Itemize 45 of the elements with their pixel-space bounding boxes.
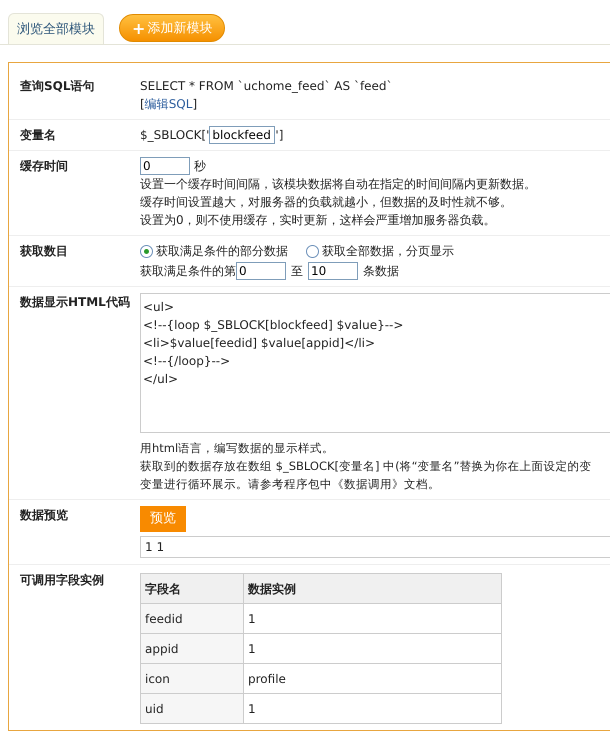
radio-button[interactable] — [140, 244, 153, 258]
tab[interactable]: 浏览全部模块 — [8, 13, 104, 44]
help-text: 设置为0，则不使用缓存，实时更新，这样会严重增加服务器负载。 — [140, 212, 497, 229]
unit-text: 秒 — [194, 159, 206, 173]
help-text: 设置一个缓存时间间隔，该模块数据将自动在指定的时间间隔内更新数据。 — [140, 176, 537, 193]
column-header: 字段名 — [140, 574, 244, 604]
table-cell: 1 — [244, 604, 502, 634]
field-label: 数据预览 — [20, 507, 69, 524]
start-field[interactable]: 0 — [236, 262, 286, 280]
variable-name-field[interactable]: blockfeed — [209, 126, 276, 144]
table-cell: 1 — [244, 634, 502, 664]
range-text: 获取满足条件的第 — [140, 263, 236, 280]
table-cell: icon — [140, 664, 244, 694]
field-label: 查询SQL语句 — [20, 78, 96, 95]
bracket-text: [ — [140, 97, 145, 111]
sql-query: SELECT * FROM `uchome_feed` AS `feed` — [140, 78, 394, 95]
table-cell: feedid — [140, 604, 244, 634]
field-label: 缓存时间 — [20, 158, 69, 175]
field-label: 可调用字段实例 — [20, 572, 105, 589]
range-text: 条数据 — [363, 263, 399, 280]
cache-time-field[interactable]: 0 — [140, 157, 190, 175]
column-header: 数据实例 — [244, 574, 502, 604]
help-text: 用html语言，编写数据的显示样式。 — [140, 440, 336, 457]
field-label: 数据显示HTML代码 — [20, 294, 131, 311]
field-label: 变量名 — [20, 127, 57, 144]
table-cell: uid — [140, 694, 244, 724]
variable-suffix: '] — [275, 128, 284, 142]
end-field[interactable]: 10 — [308, 262, 358, 280]
help-text: 获取到的数据存放在数组 $_SBLOCK[变量名] 中(将“变量名”替换为你在上面设定的变 — [140, 458, 593, 475]
preview-output: 1 1 — [140, 536, 610, 558]
bracket-text: ] — [192, 97, 198, 111]
variable-prefix: $_SBLOCK[' — [140, 128, 210, 142]
table-cell: profile — [244, 664, 502, 694]
table-cell: 1 — [244, 694, 502, 724]
field-label: 获取数目 — [20, 243, 69, 260]
plus-icon: + — [132, 18, 146, 38]
help-text: 缓存时间设置越大，对服务器的负载就越小，但数据的及时性就不够。 — [140, 194, 513, 211]
table-cell: appid — [140, 634, 244, 664]
radio-option[interactable]: 获取全部数据，分页显示 — [306, 242, 454, 260]
radio-option[interactable]: 获取满足条件的部分数据 — [140, 242, 288, 260]
range-text: 至 — [291, 263, 303, 280]
help-text: 变量进行循环展示。请参考程序包中《数据调用》文档。 — [140, 476, 441, 493]
html-code-field[interactable]: <ul> <!--{loop $_SBLOCK[blockfeed] $value}--> <li>$value[feedid] $value[appid]</li> <!--{/loop}--> </ul> — [140, 293, 610, 433]
edit-sql-link[interactable]: 编辑SQL — [144, 97, 192, 111]
radio-button[interactable] — [306, 244, 319, 258]
